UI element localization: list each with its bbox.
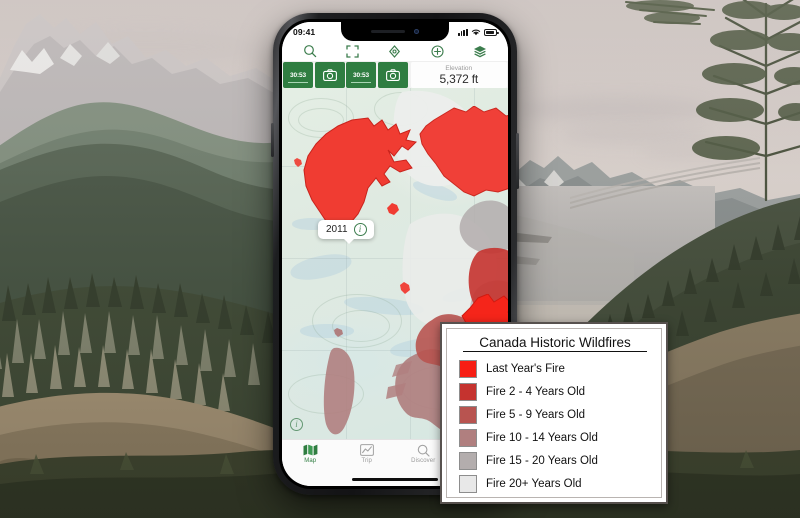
legend-label: Fire 20+ Years Old bbox=[486, 477, 582, 490]
layers-icon[interactable] bbox=[472, 43, 488, 59]
fire-polygon-last-year[interactable] bbox=[400, 282, 410, 294]
tab-trip[interactable]: Trip bbox=[339, 443, 396, 464]
elevation-label: Elevation bbox=[445, 64, 473, 72]
action-strip: 30:53 30:53 Elevation 5,372 ft bbox=[282, 62, 508, 88]
signal-bars-icon bbox=[457, 28, 468, 36]
wifi-icon bbox=[471, 29, 481, 35]
legend-inner: Canada Historic Wildfires Last Year's Fi… bbox=[446, 328, 662, 498]
status-time: 09:41 bbox=[293, 26, 316, 37]
legend-swatch bbox=[459, 382, 477, 401]
callout-year-label: 2011 bbox=[326, 224, 348, 235]
legend-swatch bbox=[459, 359, 477, 378]
map-toolbar bbox=[282, 41, 508, 62]
legend-swatch bbox=[459, 428, 477, 447]
legend-panel: Canada Historic Wildfires Last Year's Fi… bbox=[440, 322, 668, 504]
search-icon[interactable] bbox=[302, 43, 318, 59]
fire-polygon-last-year[interactable] bbox=[410, 106, 508, 206]
search-icon bbox=[417, 443, 430, 457]
tab-label: Map bbox=[304, 458, 317, 464]
elevation-readout: Elevation 5,372 ft bbox=[410, 62, 507, 88]
legend-swatch bbox=[459, 451, 477, 470]
notch bbox=[341, 22, 449, 41]
chart-icon bbox=[359, 443, 374, 457]
legend-item: Last Year's Fire bbox=[459, 357, 653, 380]
locate-icon[interactable] bbox=[387, 43, 403, 59]
legend-item: Fire 2 - 4 Years Old bbox=[459, 380, 653, 403]
legend-swatch bbox=[459, 405, 477, 424]
elevation-value: 5,372 ft bbox=[439, 71, 479, 86]
foreground-branch bbox=[625, 0, 715, 25]
info-icon[interactable]: i bbox=[290, 418, 303, 431]
front-camera bbox=[414, 29, 419, 34]
fire-polygon-last-year[interactable] bbox=[386, 202, 400, 216]
camera-2[interactable] bbox=[377, 62, 408, 88]
legend-label: Fire 15 - 20 Years Old bbox=[486, 454, 598, 467]
status-indicators bbox=[457, 28, 499, 36]
tab-label: Discover bbox=[411, 458, 436, 464]
legend-label: Fire 5 - 9 Years Old bbox=[486, 408, 586, 421]
year-callout[interactable]: 2011 i bbox=[318, 220, 374, 244]
fire-polygon-10-14[interactable] bbox=[334, 328, 343, 337]
fire-polygon-last-year[interactable] bbox=[294, 158, 302, 167]
tab-label: Trip bbox=[361, 458, 372, 464]
earpiece-speaker bbox=[371, 29, 405, 34]
tab-map[interactable]: Map bbox=[282, 443, 339, 464]
record-timer-1[interactable]: 30:53 bbox=[283, 62, 313, 88]
legend-label: Fire 10 - 14 Years Old bbox=[486, 431, 598, 444]
battery-icon bbox=[484, 29, 499, 36]
legend-label: Last Year's Fire bbox=[486, 362, 565, 375]
legend-item: Fire 10 - 14 Years Old bbox=[459, 426, 653, 449]
home-indicator[interactable] bbox=[352, 478, 438, 481]
expand-icon[interactable] bbox=[345, 43, 361, 59]
legend-swatch bbox=[459, 474, 477, 493]
legend-title: Canada Historic Wildfires bbox=[463, 335, 647, 352]
legend-label: Fire 2 - 4 Years Old bbox=[486, 385, 586, 398]
legend-item: Fire 15 - 20 Years Old bbox=[459, 449, 653, 472]
add-icon[interactable] bbox=[429, 43, 445, 59]
legend-item: Fire 5 - 9 Years Old bbox=[459, 403, 653, 426]
info-icon[interactable]: i bbox=[353, 223, 367, 236]
contour-line bbox=[332, 310, 390, 342]
fire-polygon-10-14[interactable] bbox=[322, 346, 358, 438]
map-icon bbox=[303, 443, 318, 457]
legend-item: Fire 20+ Years Old bbox=[459, 472, 653, 495]
record-timer-2[interactable]: 30:53 bbox=[346, 62, 376, 88]
camera-1[interactable] bbox=[314, 62, 345, 88]
